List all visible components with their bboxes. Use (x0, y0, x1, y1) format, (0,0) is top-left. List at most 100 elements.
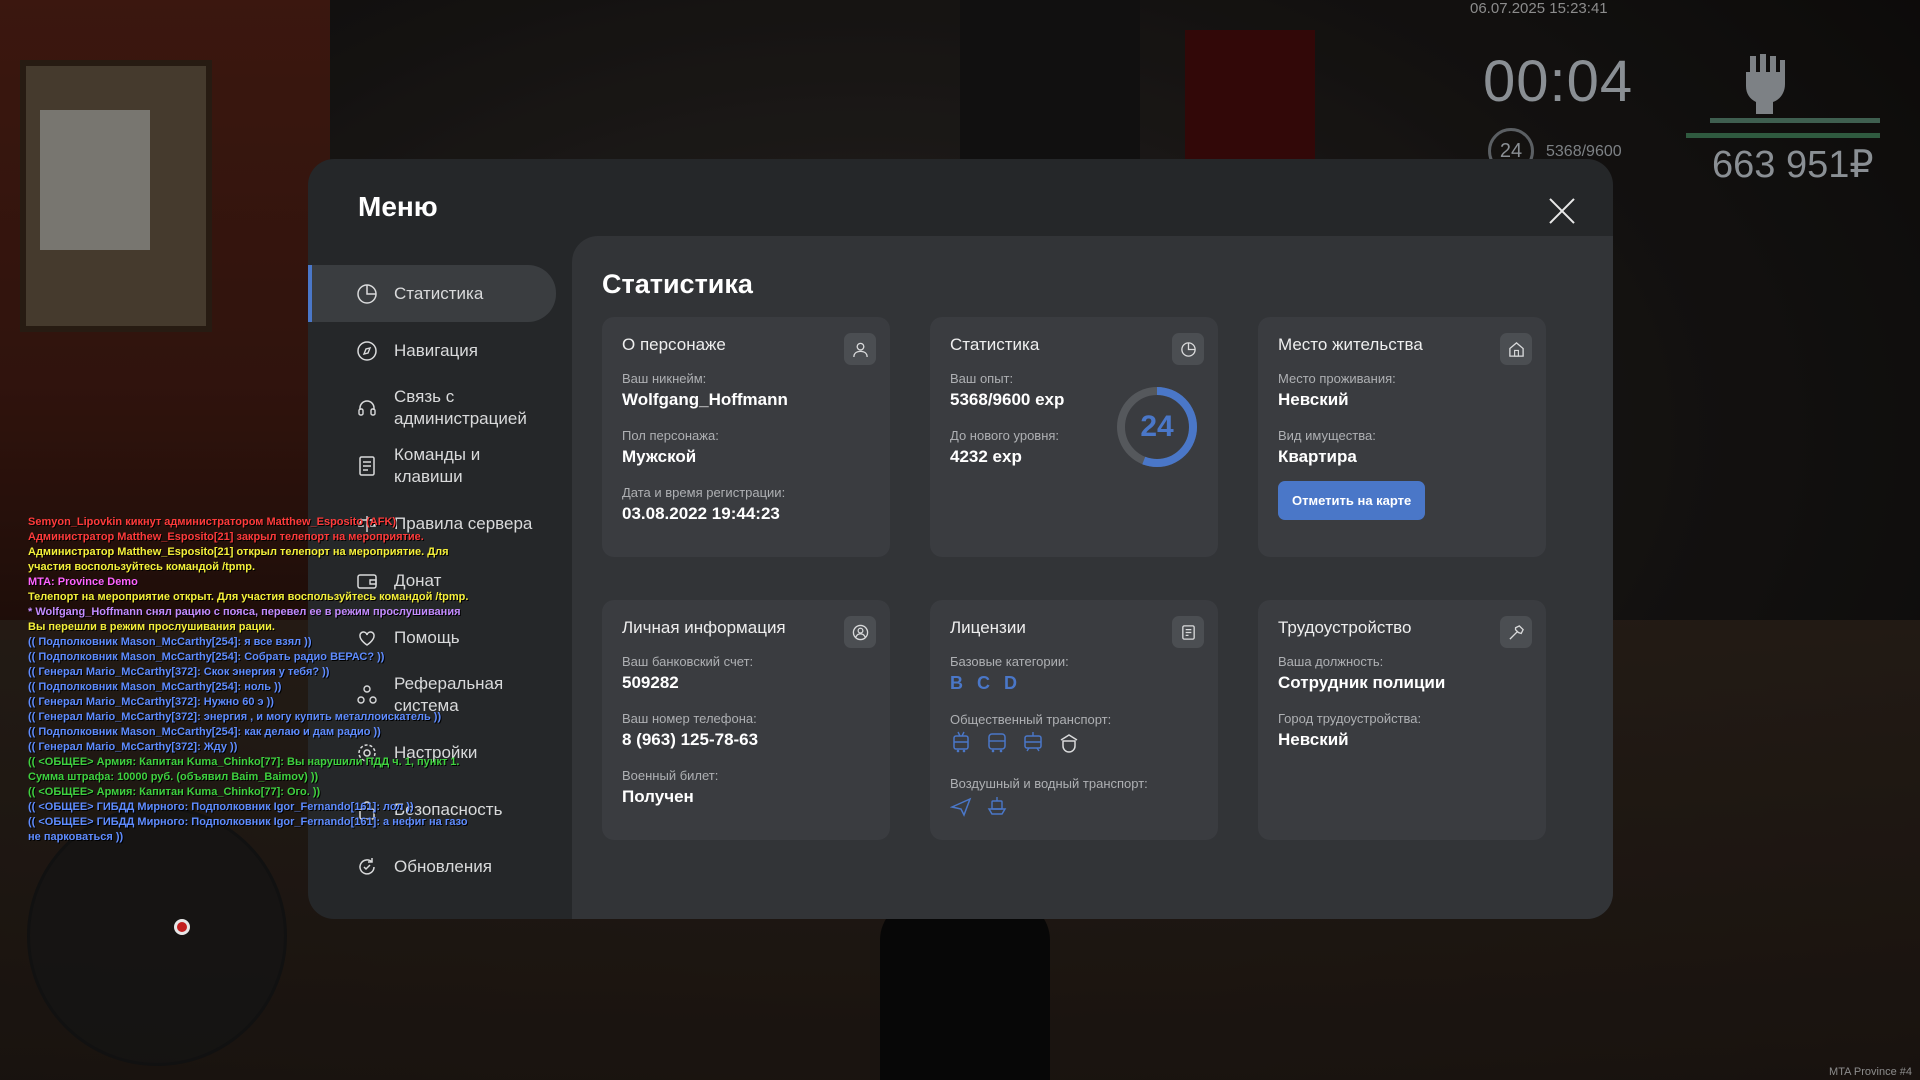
phone-value: 8 (963) 125-78-63 (622, 730, 759, 749)
position-value: Сотрудник полиции (1278, 673, 1446, 692)
card-title: Статистика (950, 335, 1040, 354)
nickname-value: Wolfgang_Hoffmann (622, 390, 788, 409)
chat-message: Вы перешли в режим прослушивания рации. (28, 621, 275, 633)
chat-message: Semyon_Lipovkin кикнут администратором M… (28, 516, 397, 528)
minimap (27, 806, 287, 1066)
taxi-icon (1058, 731, 1080, 758)
chat-message: (( Подполковник Mason_McCarthy[254]: я в… (28, 636, 312, 648)
gender-label: Пол персонажа: (622, 428, 719, 443)
property-value: Квартира (1278, 447, 1357, 466)
chat-message: (( Подполковник Mason_McCarthy[254]: нол… (28, 681, 282, 693)
page-title: Статистика (602, 269, 753, 299)
card-licenses: Лицензии Базовые категории: B C D Общест… (930, 600, 1218, 840)
card-title: Место жительства (1278, 335, 1423, 354)
sidebar-item-label: Обновления (394, 856, 492, 876)
user-icon (844, 333, 876, 365)
hud-health-bar (1710, 118, 1880, 123)
pie-chart-icon (1172, 333, 1204, 365)
license-category-c: C (977, 673, 990, 693)
chat-message: не парковаться )) (28, 831, 124, 843)
boat-icon (986, 795, 1008, 822)
hud-armor-bar (1686, 133, 1880, 138)
refresh-icon (356, 856, 378, 878)
license-categories: B C D (950, 673, 1198, 694)
menu-title: Меню (358, 191, 438, 222)
close-button[interactable] (1546, 195, 1578, 227)
hud-datetime: 06.07.2025 15:23:41 (1470, 0, 1608, 17)
chat-message: (( Генерал Mario_McCarthy[372]: энергия … (28, 711, 442, 723)
sidebar-item-statistics[interactable]: Статистика (308, 265, 556, 322)
fist-icon (1742, 52, 1788, 114)
sidebar-item-label: Навигация (394, 340, 478, 360)
chat-message: участия воспользуйтесь командой /tpmp. (28, 561, 256, 573)
chat-message: (( Подполковник Mason_McCarthy[254]: Соб… (28, 651, 385, 663)
home-icon (1500, 333, 1532, 365)
residence-value: Невский (1278, 390, 1349, 409)
chat-message: (( <ОБЩЕЕ> Армия: Капитан Kuma_Chinko[77… (28, 786, 321, 798)
nickname-label: Ваш никнейм: (622, 371, 707, 386)
public-transport-icons (950, 731, 1198, 758)
chat-message: MTA: Province Demo (28, 576, 138, 588)
user-circle-icon (844, 616, 876, 648)
chat-message: (( Генерал Mario_McCarthy[372]: Скок эне… (28, 666, 330, 678)
position-label: Ваша должность: (1278, 654, 1384, 669)
minimap-marker-icon (174, 919, 190, 935)
basic-categories-label: Базовые категории: (950, 654, 1069, 669)
residence-label: Место проживания: (1278, 371, 1396, 386)
content-area: Статистика О персонаже Ваш никнейм: Wolf… (572, 236, 1613, 919)
bus-icon (986, 731, 1008, 758)
registration-label: Дата и время регистрации: (622, 485, 786, 500)
card-title: Трудоустройство (1278, 618, 1412, 637)
chat-log: Semyon_Lipovkin кикнут администратором M… (28, 515, 538, 845)
hud-money: 663 951₽ (1712, 144, 1874, 186)
bank-account-label: Ваш банковский счет: (622, 654, 754, 669)
air-water-transport-icons (949, 795, 1198, 822)
sidebar-item-updates[interactable]: Обновления (308, 838, 563, 895)
document-icon (356, 455, 378, 477)
mark-on-map-button[interactable]: Отметить на карте (1278, 481, 1426, 520)
chat-message: (( Подполковник Mason_McCarthy[254]: как… (28, 726, 381, 738)
hud-timer: 00:04 (1483, 49, 1634, 114)
property-label: Вид имущества: (1278, 428, 1376, 443)
sidebar-item-label: Команды и клавиши (394, 445, 481, 486)
chat-message: Администратор Matthew_Esposito[21] откры… (28, 546, 449, 558)
phone-label: Ваш номер телефона: (622, 711, 757, 726)
license-icon (1172, 616, 1204, 648)
chat-message: (( <ОБЩЕЕ> ГИБДД Мирного: Подполковник I… (28, 801, 414, 813)
card-statistics: Статистика Ваш опыт: 5368/9600 exp До но… (930, 317, 1218, 557)
sidebar-item-commands[interactable]: Команды и клавиши (308, 437, 563, 495)
military-id-value: Получен (622, 787, 694, 806)
registration-value: 03.08.2022 19:44:23 (622, 504, 780, 523)
sidebar-item-contact-admin[interactable]: Связь с администрацией (308, 379, 563, 437)
chat-message: (( Генерал Mario_McCarthy[372]: Жду )) (28, 741, 238, 753)
card-character: О персонаже Ваш никнейм: Wolfgang_Hoffma… (602, 317, 890, 557)
card-residence: Место жительства Место проживания: Невск… (1258, 317, 1546, 557)
card-personal-info: Личная информация Ваш банковский счет: 5… (602, 600, 890, 840)
trolleybus-icon (950, 731, 972, 758)
gender-value: Мужской (622, 447, 697, 466)
license-category-d: D (1004, 673, 1017, 693)
job-city-label: Город трудоустройства: (1278, 711, 1422, 726)
chat-message: Сумма штрафа: 10000 руб. (объявил Baim_B… (28, 771, 319, 783)
public-transport-label: Общественный транспорт: (950, 712, 1112, 727)
level-progress-ring: 24 (1115, 385, 1199, 469)
card-title: Личная информация (622, 618, 786, 637)
compass-icon (356, 340, 378, 362)
card-employment: Трудоустройство Ваша должность: Сотрудни… (1258, 600, 1546, 840)
card-title: О персонаже (622, 335, 726, 354)
headset-icon (356, 397, 378, 419)
air-water-transport-label: Воздушный и водный транспорт: (950, 776, 1148, 791)
chat-message: (( <ОБЩЕЕ> ГИБДД Мирного: Подполковник I… (28, 816, 468, 828)
pie-chart-icon (356, 283, 378, 305)
sidebar-item-navigation[interactable]: Навигация (308, 322, 563, 379)
bank-account-value: 509282 (622, 673, 679, 692)
chat-message: Телепорт на мероприятие открыт. Для учас… (28, 591, 469, 603)
server-watermark: MTA Province #4 (1829, 1066, 1912, 1078)
chat-message: (( <ОБЩЕЕ> Армия: Капитан Kuma_Chinko[77… (28, 756, 460, 768)
job-city-value: Невский (1278, 730, 1349, 749)
exp-label: Ваш опыт: (950, 371, 1014, 386)
hammer-icon (1500, 616, 1532, 648)
plane-icon (949, 795, 972, 822)
level-number: 24 (1140, 410, 1174, 443)
military-id-label: Военный билет: (622, 768, 719, 783)
